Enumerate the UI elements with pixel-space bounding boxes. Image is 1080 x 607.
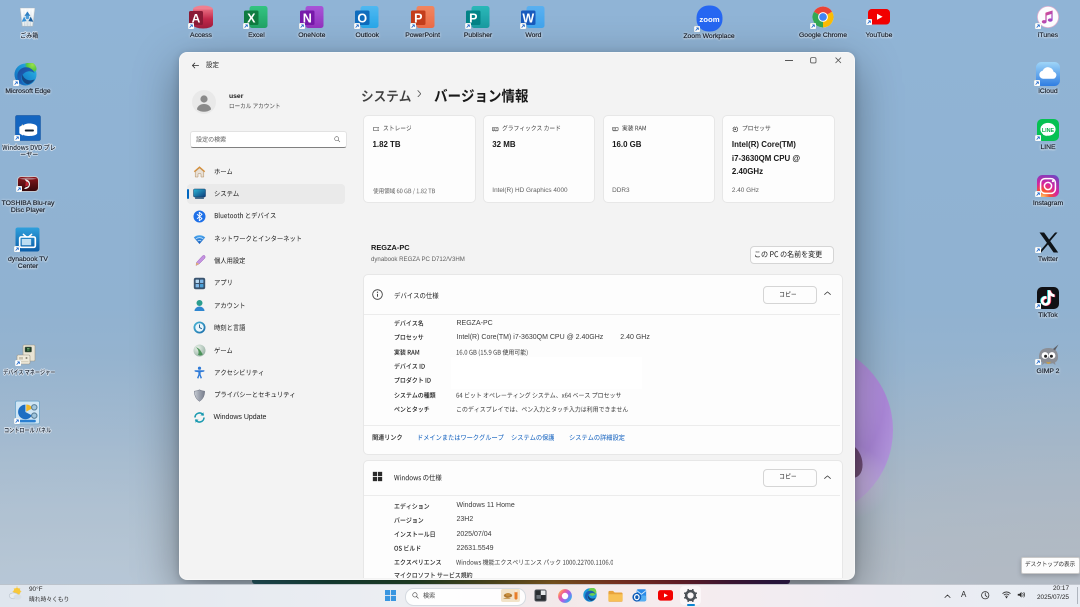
svg-text:LINE: LINE [1042, 128, 1055, 134]
svg-text:zoom: zoom [699, 15, 719, 24]
